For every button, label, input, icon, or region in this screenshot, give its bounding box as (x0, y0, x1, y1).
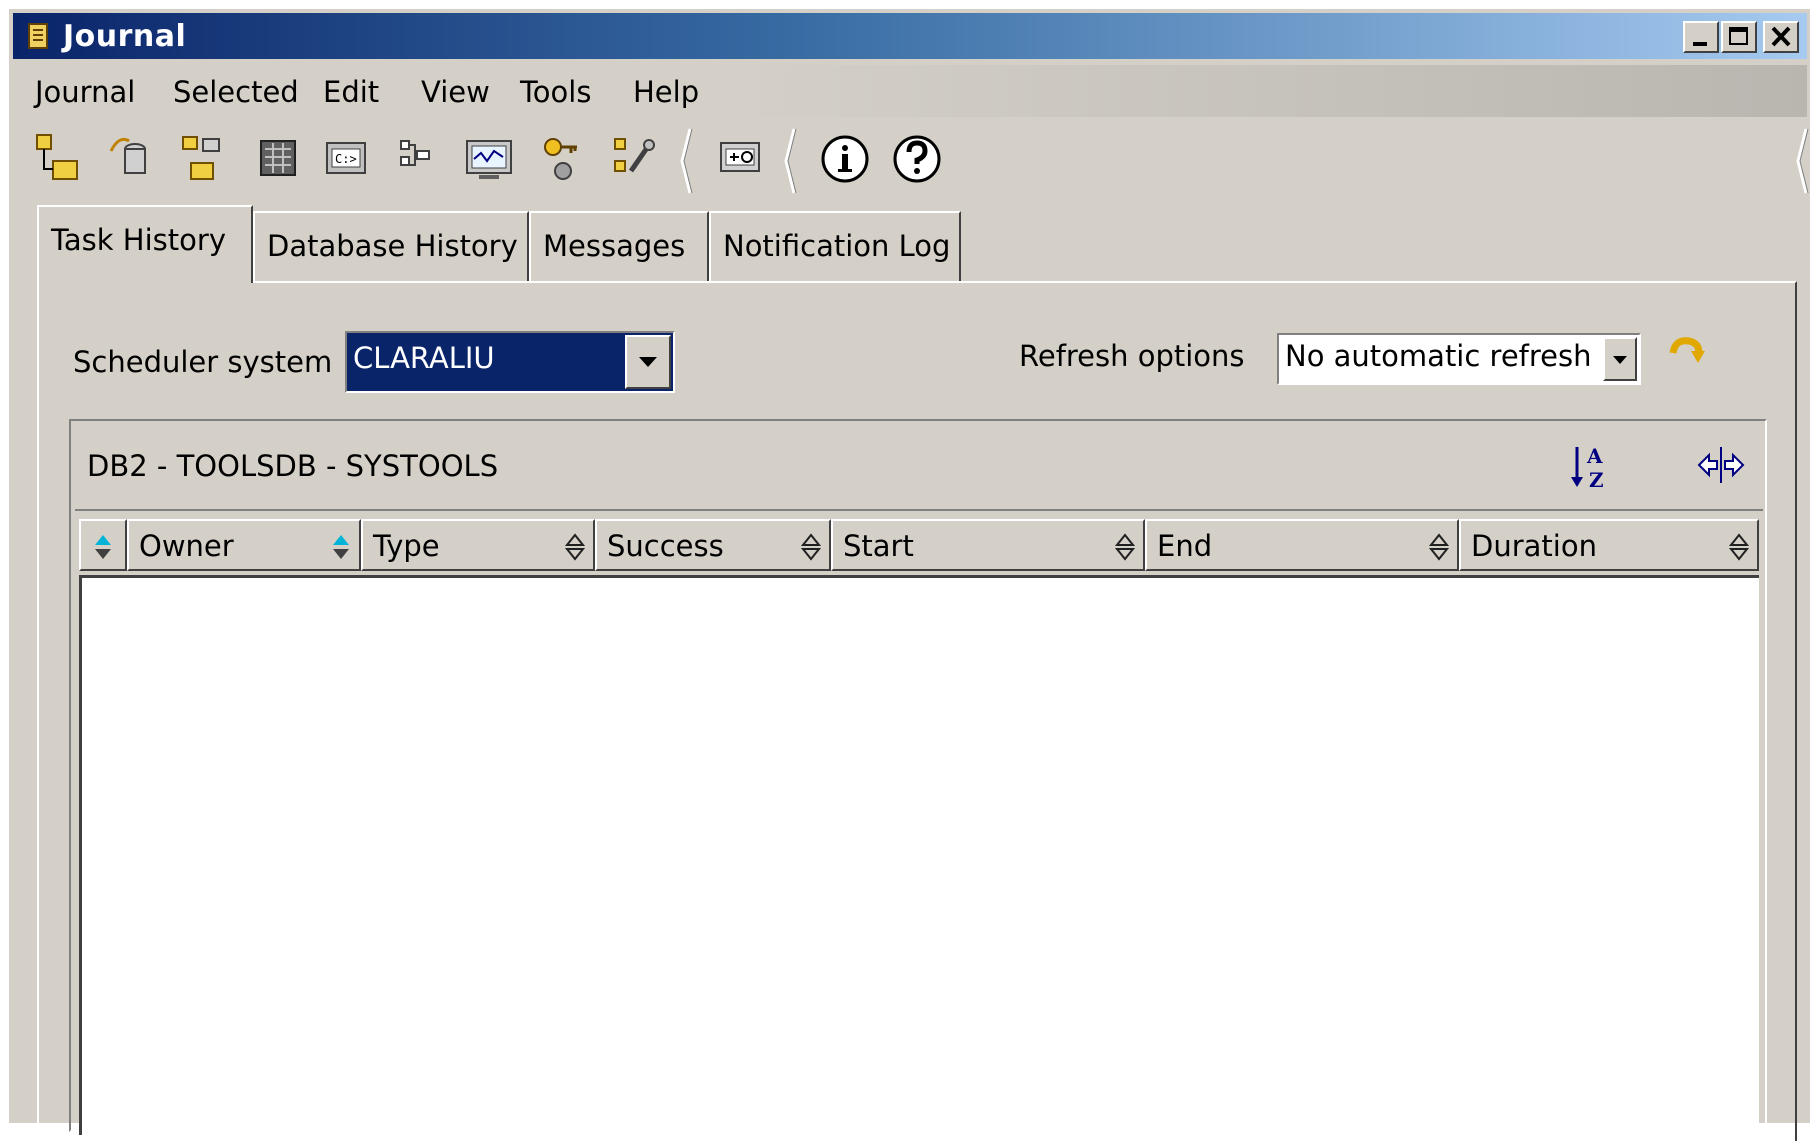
tools-settings-icon[interactable] (607, 131, 663, 187)
health-center-icon[interactable] (461, 131, 517, 187)
column-header-type[interactable]: Type (361, 519, 595, 571)
svg-text:C:>: C:> (335, 152, 357, 166)
menu-bar: Journal Selected Edit View Tools Help (13, 65, 1807, 117)
menu-help[interactable]: Help (633, 75, 699, 109)
column-type-label: Type (373, 529, 440, 563)
tab-notification-log-label: Notification Log (723, 229, 951, 263)
task-center-icon-2[interactable] (391, 131, 447, 187)
tab-task-history[interactable]: Task History (37, 205, 253, 283)
tab-notification-log[interactable]: Notification Log (709, 211, 961, 281)
sort-indicator-icon (333, 535, 349, 559)
scheduler-system-label: Scheduler system (73, 345, 333, 379)
window-title: Journal (63, 19, 187, 54)
replication-center-icon[interactable] (105, 131, 161, 187)
maximize-icon (1729, 27, 1748, 45)
menu-tools[interactable]: Tools (520, 75, 591, 109)
sort-icon[interactable]: AZ (1565, 439, 1615, 493)
info-icon[interactable] (817, 131, 873, 187)
minimize-icon (1693, 42, 1707, 46)
sort-indicator-icon (564, 533, 586, 561)
column-start-label: Start (843, 529, 914, 563)
column-header-select[interactable] (79, 519, 127, 571)
tab-task-history-label: Task History (51, 223, 226, 257)
journal-window: Journal Journal Selected Edit View Tools… (8, 8, 1810, 1141)
sort-indicator-icon (1728, 533, 1750, 561)
license-center-icon[interactable] (533, 131, 589, 187)
sort-indicator-icon (1428, 533, 1450, 561)
close-button[interactable] (1763, 21, 1799, 53)
grid-title: DB2 - TOOLSDB - SYSTOOLS (87, 449, 499, 483)
column-header-success[interactable]: Success (595, 519, 831, 571)
refresh-dropdown-button[interactable] (1603, 337, 1637, 381)
satellite-admin-icon[interactable] (177, 131, 233, 187)
command-editor-icon[interactable]: C:> (319, 131, 375, 187)
task-center-icon[interactable] (31, 131, 87, 187)
svg-text:A: A (1586, 444, 1603, 468)
menu-edit[interactable]: Edit (323, 75, 379, 109)
sort-indicator-icon (95, 535, 111, 559)
menu-journal[interactable]: Journal (35, 75, 135, 109)
chevron-down-icon (639, 357, 657, 367)
tab-database-history-label: Database History (267, 229, 518, 263)
refresh-options-label: Refresh options (1019, 339, 1245, 373)
grid-header: DB2 - TOOLSDB - SYSTOOLS AZ (75, 425, 1763, 511)
column-header-duration[interactable]: Duration (1459, 519, 1759, 571)
column-header-end[interactable]: End (1145, 519, 1459, 571)
refresh-icon[interactable] (1665, 331, 1709, 375)
tab-database-history[interactable]: Database History (253, 211, 529, 281)
control-center-icon[interactable] (251, 131, 307, 187)
scheduler-system-value: CLARALIU (353, 341, 495, 375)
column-duration-label: Duration (1471, 529, 1597, 563)
chevron-down-icon (1613, 356, 1627, 364)
scheduler-dropdown-button[interactable] (625, 335, 671, 389)
sort-indicator-icon (1114, 533, 1136, 561)
title-bar[interactable]: Journal (13, 13, 1807, 59)
tab-messages-label: Messages (543, 229, 686, 263)
menu-view[interactable]: View (421, 75, 490, 109)
refresh-options-dropdown[interactable]: No automatic refresh (1277, 333, 1641, 385)
column-owner-label: Owner (139, 529, 234, 563)
task-history-grid: DB2 - TOOLSDB - SYSTOOLS AZ Owner Type S… (69, 419, 1767, 1135)
column-end-label: End (1157, 529, 1213, 563)
help-icon[interactable] (889, 131, 945, 187)
toolbar: C:> (13, 121, 1809, 201)
toolbar-separator (679, 127, 693, 195)
tab-messages[interactable]: Messages (529, 211, 709, 281)
menu-selected[interactable]: Selected (173, 75, 299, 109)
sort-indicator-icon (800, 533, 822, 561)
journal-icon (27, 22, 51, 50)
minimize-button[interactable] (1683, 21, 1719, 53)
column-header-row: Owner Type Success Start End Duration (79, 519, 1759, 571)
toolbar-separator-2 (783, 127, 797, 195)
grid-body[interactable] (79, 575, 1759, 1135)
column-header-owner[interactable]: Owner (127, 519, 361, 571)
maximize-button[interactable] (1721, 21, 1757, 53)
scheduler-system-dropdown[interactable]: CLARALIU (345, 331, 675, 393)
toolbar-edge-separator (1795, 127, 1809, 195)
web-command-icon[interactable] (713, 131, 769, 187)
refresh-options-value: No automatic refresh (1285, 339, 1592, 373)
column-width-icon[interactable] (1695, 443, 1747, 487)
column-header-start[interactable]: Start (831, 519, 1145, 571)
svg-text:Z: Z (1589, 468, 1604, 492)
close-icon (1771, 26, 1791, 47)
column-success-label: Success (607, 529, 724, 563)
